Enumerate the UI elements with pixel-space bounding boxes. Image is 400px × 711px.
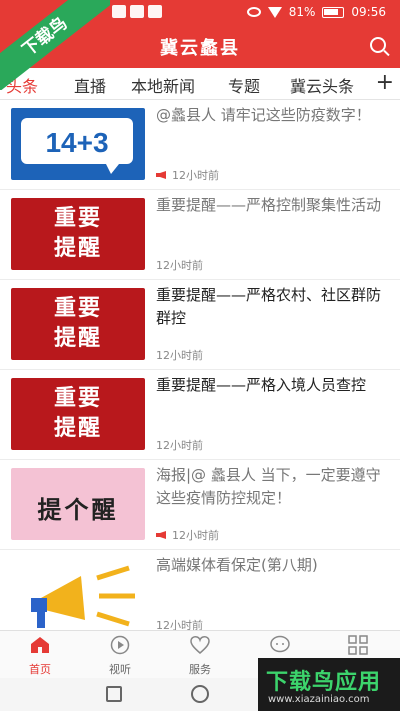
app-notification-icon [130, 5, 144, 18]
grid-icon [348, 635, 368, 655]
news-thumbnail [11, 558, 145, 630]
home-icon [31, 637, 49, 653]
news-meta: 12小时前 [156, 437, 203, 453]
news-time: 12小时前 [156, 349, 203, 362]
chat-icon [270, 635, 290, 653]
tab-headline[interactable]: 头条 [6, 73, 39, 103]
list-item[interactable]: 重要 提醒 重要提醒——严格农村、社区群防群控 12小时前 [0, 280, 400, 370]
wifi-icon [267, 6, 282, 18]
app-notification-icon [112, 5, 126, 18]
news-headline: 海报|@ 蠡县人 当下，一定要遵守这些疫情防控规定！ [156, 466, 381, 507]
list-item[interactable]: 高端媒体看保定(第八期) 12小时前 [0, 550, 400, 630]
eye-icon [246, 7, 261, 17]
news-thumbnail: 提个醒 [11, 468, 145, 540]
channel-tabs: 头条 直播 本地新闻 专题 冀云头条 + [0, 68, 400, 103]
news-time: 12小时前 [156, 439, 203, 452]
nav-service[interactable]: 服务 [170, 635, 230, 677]
watermark-title: 下载鸟应用 [266, 670, 382, 695]
news-headline: 重要提醒——严格入境人员查控 [156, 376, 367, 394]
tab-live[interactable]: 直播 [74, 73, 106, 97]
watermark-url: www.xiazainiao.com [268, 694, 370, 705]
list-item[interactable]: 重要 提醒 重要提醒——严格控制聚集性活动 12小时前 [0, 190, 400, 280]
tab-local-news[interactable]: 本地新闻 [131, 73, 195, 97]
nav-label: 服务 [189, 663, 211, 676]
news-time: 12小时前 [156, 619, 203, 630]
news-meta: 12小时前 [156, 617, 203, 630]
news-time: 12小时前 [156, 259, 203, 272]
play-icon [110, 635, 130, 655]
list-item[interactable]: 提个醒 海报|@ 蠡县人 当下，一定要遵守这些疫情防控规定！ 12小时前 [0, 460, 400, 550]
clock: 09:56 [351, 5, 386, 19]
nav-label: 视听 [109, 663, 131, 676]
news-headline: 重要提醒——严格控制聚集性活动 [156, 196, 382, 214]
news-meta: 12小时前 [156, 167, 219, 183]
page-title: 冀云蠡县 [160, 38, 240, 59]
add-channel-button[interactable]: + [376, 70, 394, 95]
news-meta: 12小时前 [156, 527, 219, 543]
app-notification-icon [148, 5, 162, 18]
news-meta: 12小时前 [156, 257, 203, 273]
news-time: 12小时前 [172, 529, 219, 542]
news-headline: 高端媒体看保定(第八期) [156, 556, 318, 574]
app-header: 冀云蠡县 [0, 26, 400, 68]
news-feed[interactable]: 14+3 @蠡县人 请牢记这些防疫数字！ 12小时前 重要 提醒 重要提醒——严… [0, 100, 400, 630]
tab-jiyun-headline[interactable]: 冀云头条 [290, 73, 354, 97]
tab-label: 头条 [6, 77, 39, 96]
news-time: 12小时前 [172, 169, 219, 182]
nav-audiovisual[interactable]: 视听 [90, 635, 150, 677]
news-thumbnail: 重要 提醒 [11, 288, 145, 360]
news-thumbnail: 重要 提醒 [11, 378, 145, 450]
news-thumbnail: 14+3 [11, 108, 145, 180]
news-headline: @蠡县人 请牢记这些防疫数字！ [156, 106, 371, 124]
news-thumbnail: 重要 提醒 [11, 198, 145, 270]
thumb-text: 14+3 [45, 127, 108, 158]
thumb-text: 重要 提醒 [53, 386, 102, 441]
battery-percent: 81% [288, 5, 316, 19]
news-meta: 12小时前 [156, 347, 203, 363]
thumb-text: 提个醒 [37, 496, 119, 524]
thumb-text: 重要 提醒 [53, 206, 102, 261]
list-item[interactable]: 14+3 @蠡县人 请牢记这些防疫数字！ 12小时前 [0, 100, 400, 190]
search-icon[interactable] [370, 37, 386, 53]
tab-topics[interactable]: 专题 [228, 73, 260, 97]
speaker-icon [156, 531, 166, 539]
speaker-icon [156, 171, 166, 179]
heart-icon [190, 636, 210, 654]
news-headline: 重要提醒——严格农村、社区群防群控 [156, 286, 382, 327]
nav-label: 首页 [29, 663, 51, 676]
notification-icons [112, 5, 162, 18]
megaphone-icon [31, 565, 135, 628]
battery-icon [322, 6, 345, 18]
recent-apps-button[interactable] [106, 686, 122, 702]
thumb-text: 重要 提醒 [53, 296, 102, 351]
home-button[interactable] [191, 685, 209, 703]
nav-home[interactable]: 首页 [10, 635, 70, 677]
status-bar: 81% 09:56 [0, 0, 400, 26]
watermark-banner: 下载鸟应用 www.xiazainiao.com [258, 658, 400, 711]
list-item[interactable]: 重要 提醒 重要提醒——严格入境人员查控 12小时前 [0, 370, 400, 460]
